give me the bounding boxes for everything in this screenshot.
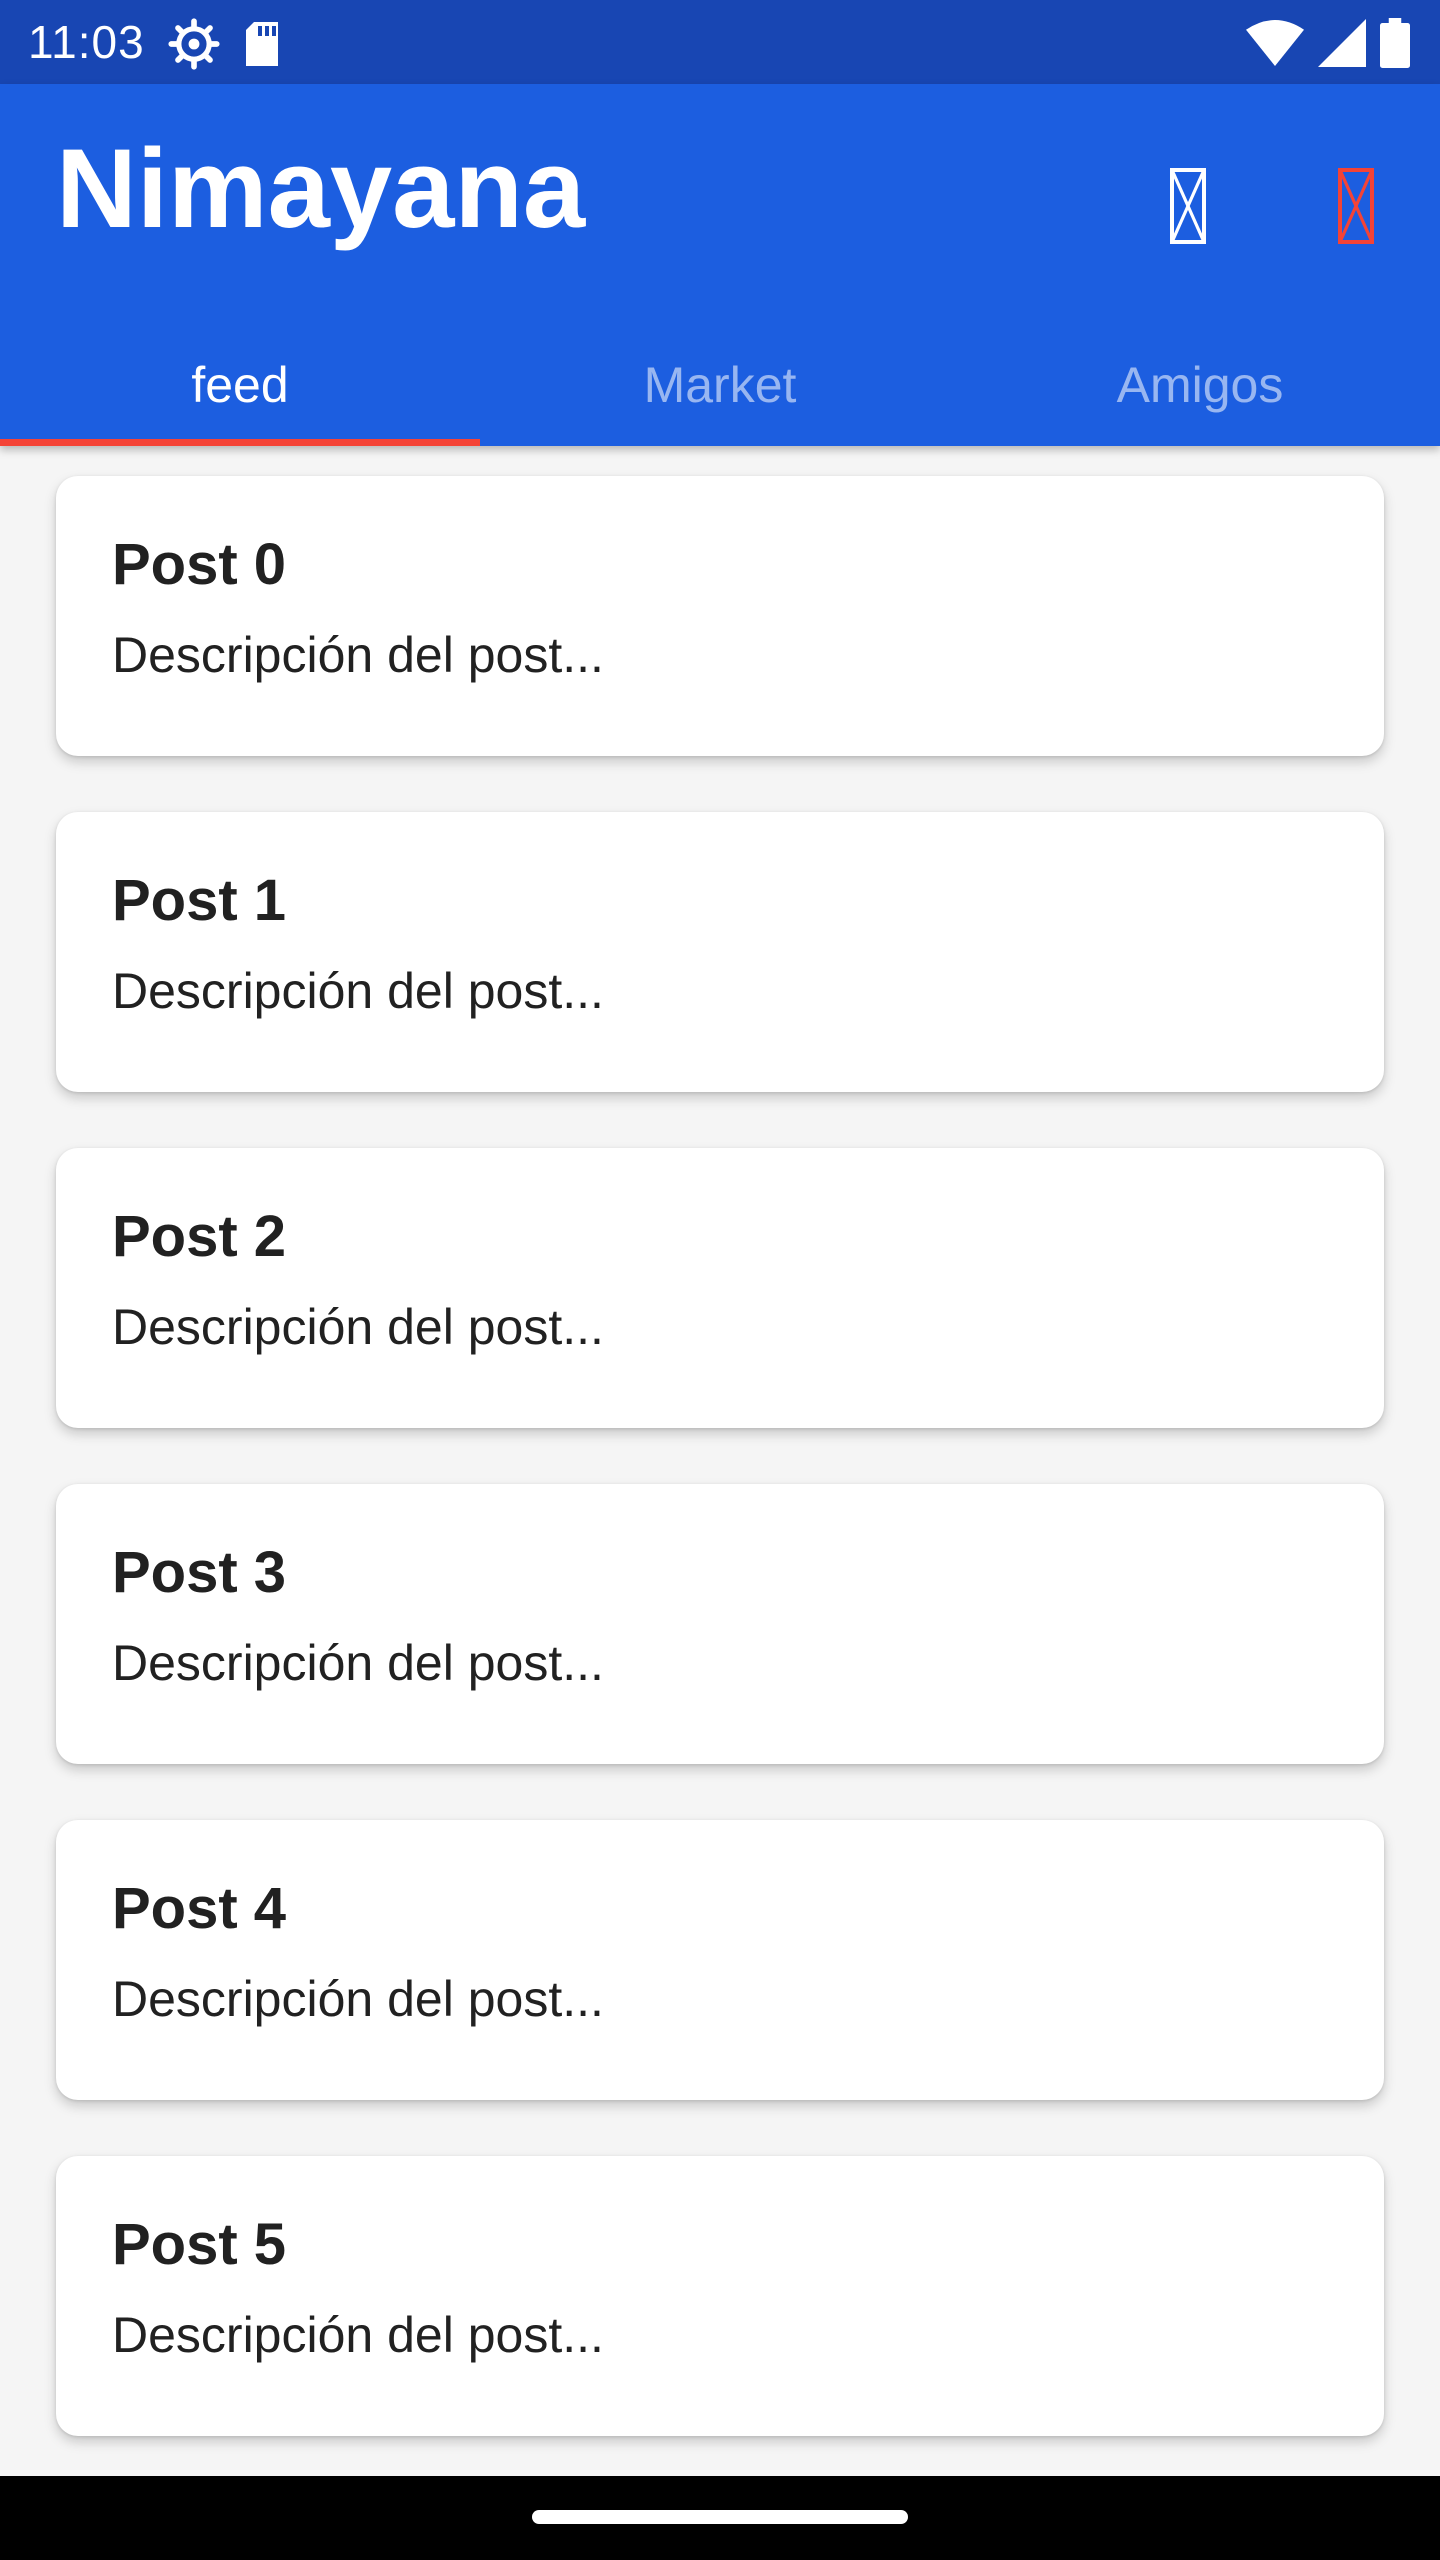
tab-label: Market — [643, 357, 797, 413]
tab-market[interactable]: Market — [480, 324, 960, 446]
post-title: Post 2 — [112, 1204, 287, 1269]
post-card[interactable]: Post 1 Descripción del post... — [56, 812, 1384, 1092]
post-card[interactable]: Post 2 Descripción del post... — [56, 1148, 1384, 1428]
post-card[interactable]: Post 5 Descripción del post... — [56, 2156, 1384, 2436]
post-description: Descripción del post... — [112, 1299, 604, 1355]
post-description: Descripción del post... — [112, 2307, 604, 2363]
post-title: Post 4 — [112, 1876, 287, 1941]
post-card[interactable]: Post 3 Descripción del post... — [56, 1484, 1384, 1764]
status-right-icons — [1246, 18, 1410, 73]
status-bar: 11:03 — [0, 0, 1440, 84]
post-description: Descripción del post... — [112, 627, 604, 683]
post-title: Post 0 — [112, 532, 287, 597]
post-card[interactable]: Post 4 Descripción del post... — [56, 1820, 1384, 2100]
post-description: Descripción del post... — [112, 963, 604, 1019]
battery-icon — [1380, 18, 1410, 73]
tab-label: Amigos — [1116, 357, 1284, 413]
tab-feed[interactable]: feed — [0, 324, 480, 446]
post-title: Post 1 — [112, 868, 287, 933]
tab-amigos[interactable]: Amigos — [960, 324, 1440, 446]
status-left-icons — [168, 18, 282, 75]
app-title: Nimayana — [56, 126, 586, 251]
signal-icon — [1318, 19, 1366, 72]
post-title: Post 5 — [112, 2212, 287, 2277]
post-description: Descripción del post... — [112, 1971, 604, 2027]
app-bar: Nimayana feed Market Amigos — [0, 84, 1440, 446]
app-screen: 11:03 Nimayana feed Market Amigos Post 0… — [0, 0, 1440, 2560]
placeholder-glyph-icon[interactable] — [1160, 156, 1216, 256]
system-nav-bar — [0, 2476, 1440, 2560]
tab-bar: feed Market Amigos — [0, 324, 1440, 446]
status-time: 11:03 — [28, 16, 145, 68]
wifi-icon — [1246, 20, 1304, 71]
active-tab-indicator — [0, 439, 480, 446]
sd-card-icon — [242, 20, 282, 73]
home-gesture-handle[interactable] — [532, 2510, 908, 2524]
post-description: Descripción del post... — [112, 1635, 604, 1691]
placeholder-glyph-icon[interactable] — [1328, 156, 1384, 256]
tab-label: feed — [191, 357, 289, 413]
settings-icon — [168, 18, 220, 75]
post-card[interactable]: Post 0 Descripción del post... — [56, 476, 1384, 756]
post-feed[interactable]: Post 0 Descripción del post... Post 1 De… — [0, 446, 1440, 2476]
post-title: Post 3 — [112, 1540, 287, 1605]
